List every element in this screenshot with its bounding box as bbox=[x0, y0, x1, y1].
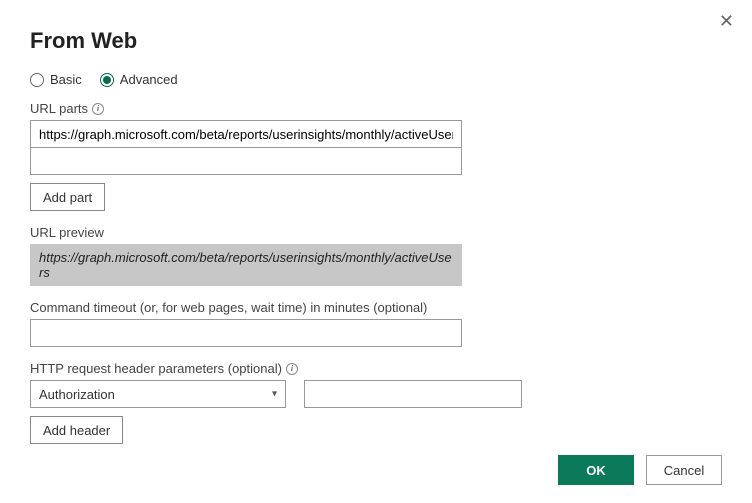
url-parts-label: URL parts i bbox=[30, 101, 722, 116]
add-part-button[interactable]: Add part bbox=[30, 183, 105, 211]
radio-icon bbox=[30, 73, 44, 87]
http-header-value-input[interactable] bbox=[304, 380, 522, 408]
info-icon[interactable]: i bbox=[286, 363, 298, 375]
http-header-name-value: Authorization bbox=[39, 387, 115, 402]
mode-basic-radio[interactable]: Basic bbox=[30, 72, 82, 87]
url-preview-label: URL preview bbox=[30, 225, 722, 240]
http-headers-label: HTTP request header parameters (optional… bbox=[30, 361, 722, 376]
http-header-row: Authorization ▾ bbox=[30, 380, 722, 408]
add-header-button[interactable]: Add header bbox=[30, 416, 123, 444]
mode-radio-group: Basic Advanced bbox=[30, 72, 722, 87]
mode-advanced-label: Advanced bbox=[120, 72, 178, 87]
url-part-input-2[interactable] bbox=[30, 147, 462, 175]
ok-button[interactable]: OK bbox=[558, 455, 634, 485]
command-timeout-input[interactable] bbox=[30, 319, 462, 347]
chevron-down-icon: ▾ bbox=[272, 389, 277, 400]
mode-basic-label: Basic bbox=[50, 72, 82, 87]
mode-advanced-radio[interactable]: Advanced bbox=[100, 72, 178, 87]
dialog-title: From Web bbox=[30, 28, 722, 54]
radio-icon bbox=[100, 73, 114, 87]
command-timeout-label: Command timeout (or, for web pages, wait… bbox=[30, 300, 722, 315]
from-web-dialog: ✕ From Web Basic Advanced URL parts i Ad… bbox=[0, 0, 752, 503]
close-icon: ✕ bbox=[719, 11, 734, 31]
dialog-footer: OK Cancel bbox=[558, 455, 722, 485]
url-preview-value: https://graph.microsoft.com/beta/reports… bbox=[30, 244, 462, 286]
info-icon[interactable]: i bbox=[92, 103, 104, 115]
url-part-input-1[interactable] bbox=[30, 120, 462, 148]
http-header-name-select[interactable]: Authorization ▾ bbox=[30, 380, 286, 408]
close-button[interactable]: ✕ bbox=[715, 8, 738, 34]
cancel-button[interactable]: Cancel bbox=[646, 455, 722, 485]
